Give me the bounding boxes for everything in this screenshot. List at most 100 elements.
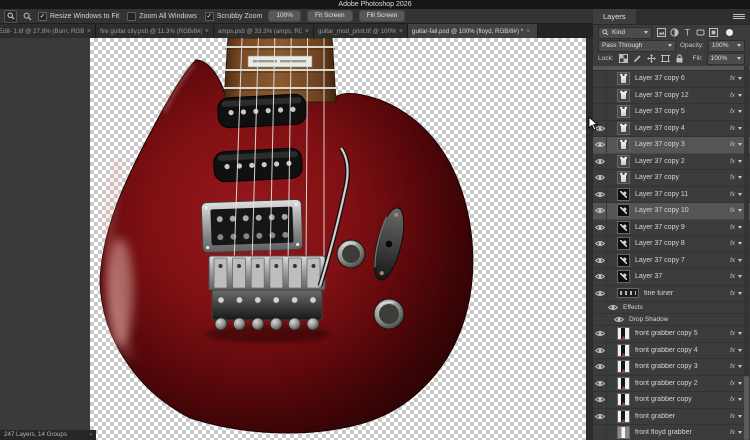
option-checkbox-zoom-all-windows[interactable]: Zoom All Windows: [127, 11, 197, 21]
chevron-down-icon[interactable]: [738, 291, 742, 295]
chevron-down-icon[interactable]: [738, 258, 742, 262]
fx-badge[interactable]: fx: [730, 290, 735, 297]
chevron-down-icon[interactable]: [738, 275, 742, 279]
eye-icon[interactable]: [593, 137, 607, 153]
fit-screen-button[interactable]: Fit Screen: [306, 10, 353, 22]
fx-badge[interactable]: fx: [730, 108, 735, 115]
fx-badge[interactable]: fx: [730, 158, 735, 165]
document-tab[interactable]: Edit- 1.tif @ 27.8% (Burn, RGB/16#) *×: [0, 24, 96, 38]
fx-badge[interactable]: fx: [730, 92, 735, 99]
layer-thumbnail[interactable]: [617, 288, 639, 299]
layer-row[interactable]: Layer 37 copy 2 fx: [593, 153, 750, 170]
layer-row[interactable]: Layer 37 copy 4 fx: [593, 120, 750, 137]
layer-thumbnail[interactable]: [617, 154, 630, 168]
layer-row[interactable]: front grabber fx: [593, 408, 750, 425]
fx-badge[interactable]: fx: [730, 125, 735, 132]
option-checkbox-scrubby-zoom[interactable]: ✓ Scrubby Zoom: [204, 11, 262, 21]
document-tab[interactable]: amps.psb @ 33.3% (amps, RGB/16#) *×: [214, 24, 314, 38]
chevron-down-icon[interactable]: [738, 209, 742, 213]
layer-row[interactable]: front grabber copy 2 fx: [593, 375, 750, 392]
layer-row[interactable]: Layer 37 fx: [593, 269, 750, 286]
layer-thumbnail[interactable]: [617, 270, 630, 284]
close-icon[interactable]: ×: [87, 28, 91, 35]
eye-icon[interactable]: [593, 153, 607, 169]
layer-row[interactable]: Layer 37 copy 11 fx: [593, 186, 750, 203]
layer-thumbnail[interactable]: [617, 138, 630, 152]
status-expander-icon[interactable]: ›: [90, 430, 92, 440]
layer-row[interactable]: Layer 37 copy 12 fx: [593, 87, 750, 104]
layer-row[interactable]: front grabber copy fx: [593, 392, 750, 409]
eye-icon[interactable]: [593, 375, 607, 391]
checkbox-unchecked-icon[interactable]: [127, 11, 137, 21]
layer-thumbnail[interactable]: [617, 121, 630, 135]
tab-layers[interactable]: Layers: [593, 9, 636, 24]
eye-icon[interactable]: [613, 314, 624, 325]
layer-thumbnail[interactable]: [617, 360, 630, 374]
100--button[interactable]: 100%: [268, 10, 301, 22]
fx-badge[interactable]: fx: [730, 380, 735, 387]
fx-badge[interactable]: fx: [730, 396, 735, 403]
canvas-pasteboard[interactable]: [0, 38, 586, 440]
layer-row[interactable]: Layer 37 copy 5 fx: [593, 104, 750, 121]
scrollbar-thumb[interactable]: [744, 376, 749, 440]
lock-all-icon[interactable]: [674, 54, 685, 64]
type-layers-icon[interactable]: T: [682, 28, 693, 38]
layer-thumbnail[interactable]: [617, 105, 630, 119]
eye-icon[interactable]: [593, 408, 607, 424]
eye-icon[interactable]: [607, 302, 618, 313]
smart-objects-icon[interactable]: [708, 28, 719, 38]
fx-badge[interactable]: fx: [730, 347, 735, 354]
chevron-down-icon[interactable]: [738, 332, 742, 336]
chevron-down-icon[interactable]: [738, 381, 742, 385]
option-checkbox-resize-windows-to-fit[interactable]: ✓ Resize Windows to Fit: [38, 11, 119, 21]
layer-row[interactable]: fine tuner fx: [593, 285, 750, 302]
fx-badge[interactable]: fx: [730, 273, 735, 280]
lock-transparency-icon[interactable]: [618, 54, 629, 64]
layer-row[interactable]: front grabber copy 4 fx: [593, 342, 750, 359]
layer-thumbnail[interactable]: [617, 327, 630, 341]
eye-icon[interactable]: [593, 219, 607, 235]
layer-thumbnail[interactable]: [617, 220, 630, 234]
chevron-down-icon[interactable]: [738, 225, 742, 229]
eye-toggle-empty[interactable]: [593, 71, 607, 87]
layer-thumbnail[interactable]: [617, 253, 630, 267]
layer-row[interactable]: Layer 37 copy 9 fx: [593, 219, 750, 236]
chevron-down-icon[interactable]: [738, 93, 742, 97]
fx-badge[interactable]: fx: [730, 174, 735, 181]
pixel-layers-icon[interactable]: [656, 28, 667, 38]
checkbox-checked-icon[interactable]: ✓: [38, 11, 47, 21]
chevron-down-icon[interactable]: [738, 159, 742, 163]
chevron-down-icon[interactable]: [738, 176, 742, 180]
eye-toggle-empty[interactable]: [593, 87, 607, 103]
fx-badge[interactable]: fx: [730, 330, 735, 337]
blend-mode-select[interactable]: Pass Through: [598, 39, 676, 52]
layer-row[interactable]: Layer 37 copy 3 fx: [593, 137, 750, 154]
dropshadow-row[interactable]: Drop Shadow: [593, 314, 750, 326]
lock-position-icon[interactable]: [646, 54, 657, 64]
filter-kind-select[interactable]: Kind: [598, 26, 652, 39]
fx-badge[interactable]: fx: [730, 191, 735, 198]
close-icon[interactable]: ×: [526, 28, 530, 35]
chevron-down-icon[interactable]: [738, 242, 742, 246]
eye-icon[interactable]: [593, 186, 607, 202]
layer-row[interactable]: Layer 37 copy 10 fx: [593, 203, 750, 220]
layer-row[interactable]: Layer 37 copy 6 fx: [593, 71, 750, 88]
lock-pixels-icon[interactable]: [632, 54, 643, 64]
chevron-down-icon[interactable]: [738, 365, 742, 369]
eye-icon[interactable]: [593, 170, 607, 186]
shape-layers-icon[interactable]: [695, 28, 706, 38]
layer-row[interactable]: Layer 37 copy 7 fx: [593, 252, 750, 269]
close-icon[interactable]: ×: [305, 28, 309, 35]
chevron-down-icon[interactable]: [738, 110, 742, 114]
layer-row[interactable]: front grabber copy 3 fx: [593, 359, 750, 376]
lock-artboard-icon[interactable]: [660, 54, 671, 64]
layer-row[interactable]: Layer 37 copy fx: [593, 170, 750, 187]
close-icon[interactable]: ×: [399, 28, 403, 35]
document-tab[interactable]: fire guitar city.psb @ 11.3% (RGB/8#) ×: [96, 24, 214, 38]
fx-badge[interactable]: fx: [730, 240, 735, 247]
chevron-down-icon[interactable]: [738, 414, 742, 418]
eye-icon[interactable]: [593, 359, 607, 375]
fill-select[interactable]: 100%: [706, 52, 745, 65]
effects-row[interactable]: Effects: [593, 302, 750, 314]
eye-icon[interactable]: [593, 285, 607, 301]
